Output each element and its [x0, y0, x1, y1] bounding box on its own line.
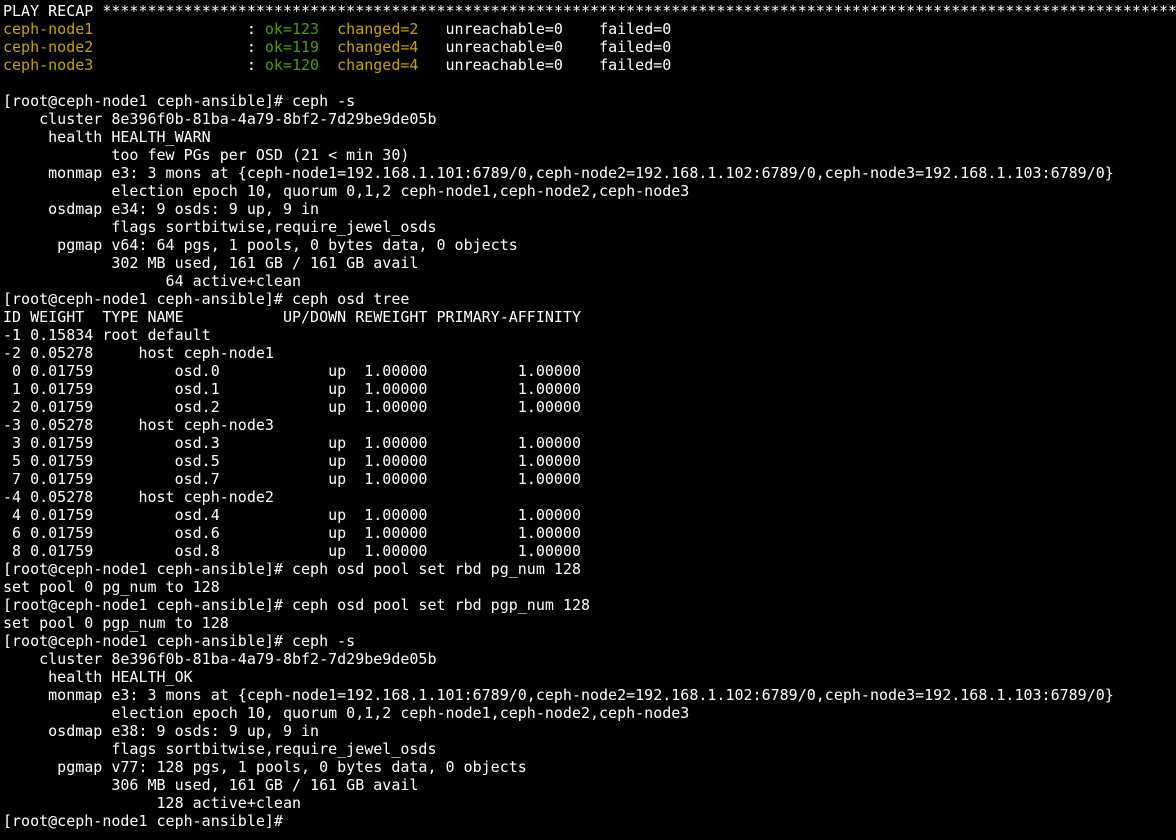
recap-failed: failed=0 [599, 56, 672, 74]
terminal-line: 306 MB used, 161 GB / 161 GB avail [3, 776, 419, 794]
recap-host: ceph-node3 [3, 56, 238, 74]
terminal-line: osdmap e34: 9 osds: 9 up, 9 in [3, 200, 320, 218]
terminal-line: 302 MB used, 161 GB / 161 GB avail [3, 254, 419, 272]
recap-separator: : [237, 20, 265, 38]
recap-ok: ok=119 [264, 38, 320, 56]
recap-unreachable: unreachable=0 [445, 56, 563, 74]
terminal-line: flags sortbitwise,require_jewel_osds [3, 218, 437, 236]
terminal-line: -3 0.05278 host ceph-node3 [3, 416, 274, 434]
recap-host: ceph-node2 [3, 38, 238, 56]
recap-ok: ok=120 [264, 56, 320, 74]
terminal-line: set pool 0 pg_num to 128 [3, 578, 220, 596]
recap-separator: : [237, 38, 265, 56]
recap-row: ceph-node3 : ok=120 changed=4 unreachabl… [3, 56, 1176, 74]
recap-failed: failed=0 [599, 38, 672, 56]
recap-separator: : [237, 56, 265, 74]
terminal-line: 1 0.01759 osd.1 up 1.00000 1.00000 [3, 380, 581, 398]
recap-host: ceph-node1 [3, 20, 238, 38]
terminal-line: -4 0.05278 host ceph-node2 [3, 488, 274, 506]
terminal-line: flags sortbitwise,require_jewel_osds [3, 740, 437, 758]
recap-changed: changed=4 [337, 38, 428, 56]
terminal-line: 2 0.01759 osd.2 up 1.00000 1.00000 [3, 398, 581, 416]
terminal-line: [root@ceph-node1 ceph-ansible]# ceph -s [3, 92, 356, 110]
terminal-line: [root@ceph-node1 ceph-ansible]# ceph -s [3, 632, 356, 650]
terminal-line: monmap e3: 3 mons at {ceph-node1=192.168… [3, 686, 1114, 704]
recap-row: ceph-node2 : ok=119 changed=4 unreachabl… [3, 38, 1176, 56]
terminal-line: [root@ceph-node1 ceph-ansible]# ceph osd… [3, 290, 410, 308]
shell-prompt: [root@ceph-node1 ceph-ansible]# [3, 812, 292, 830]
recap-failed: failed=0 [599, 20, 672, 38]
terminal-line: 3 0.01759 osd.3 up 1.00000 1.00000 [3, 434, 581, 452]
terminal-line: 128 active+clean [3, 794, 302, 812]
terminal-line: osdmap e38: 9 osds: 9 up, 9 in [3, 722, 320, 740]
terminal-line: 6 0.01759 osd.6 up 1.00000 1.00000 [3, 524, 581, 542]
terminal-line: 8 0.01759 osd.8 up 1.00000 1.00000 [3, 542, 581, 560]
terminal-line: health HEALTH_OK [3, 668, 193, 686]
terminal-line: 64 active+clean [3, 272, 302, 290]
terminal-line: election epoch 10, quorum 0,1,2 ceph-nod… [3, 704, 690, 722]
recap-changed: changed=4 [337, 56, 428, 74]
terminal-line: health HEALTH_WARN [3, 128, 211, 146]
terminal-line: election epoch 10, quorum 0,1,2 ceph-nod… [3, 182, 690, 200]
terminal-line: 4 0.01759 osd.4 up 1.00000 1.00000 [3, 506, 581, 524]
recap-ok: ok=123 [264, 20, 320, 38]
terminal-line: too few PGs per OSD (21 < min 30) [3, 146, 410, 164]
terminal-output: [root@ceph-node1 ceph-ansible]# ceph -s … [3, 74, 1176, 812]
terminal-line: monmap e3: 3 mons at {ceph-node1=192.168… [3, 164, 1114, 182]
terminal-line: pgmap v77: 128 pgs, 1 pools, 0 bytes dat… [3, 758, 527, 776]
recap-changed: changed=2 [337, 20, 428, 38]
terminal-line: ID WEIGHT TYPE NAME UP/DOWN REWEIGHT PRI… [3, 308, 581, 326]
recap-unreachable: unreachable=0 [445, 20, 563, 38]
terminal-line: cluster 8e396f0b-81ba-4a79-8bf2-7d29be9d… [3, 650, 437, 668]
terminal-line: set pool 0 pgp_num to 128 [3, 614, 229, 632]
terminal-line: 5 0.01759 osd.5 up 1.00000 1.00000 [3, 452, 581, 470]
terminal-line: cluster 8e396f0b-81ba-4a79-8bf2-7d29be9d… [3, 110, 437, 128]
terminal-line: [root@ceph-node1 ceph-ansible]# ceph osd… [3, 560, 581, 578]
play-recap-header: PLAY RECAP *****************************… [3, 2, 1176, 20]
terminal-line: 7 0.01759 osd.7 up 1.00000 1.00000 [3, 470, 581, 488]
terminal-line: pgmap v64: 64 pgs, 1 pools, 0 bytes data… [3, 236, 518, 254]
terminal-line: -2 0.05278 host ceph-node1 [3, 344, 274, 362]
recap-row: ceph-node1 : ok=123 changed=2 unreachabl… [3, 20, 1176, 38]
terminal-line: -1 0.15834 root default [3, 326, 211, 344]
recap-unreachable: unreachable=0 [445, 38, 563, 56]
terminal-line: 0 0.01759 osd.0 up 1.00000 1.00000 [3, 362, 581, 380]
command-prompt-line[interactable]: [root@ceph-node1 ceph-ansible]# [3, 812, 1176, 830]
terminal-line: [root@ceph-node1 ceph-ansible]# ceph osd… [3, 596, 590, 614]
terminal-window[interactable]: PLAY RECAP *****************************… [0, 0, 1176, 840]
